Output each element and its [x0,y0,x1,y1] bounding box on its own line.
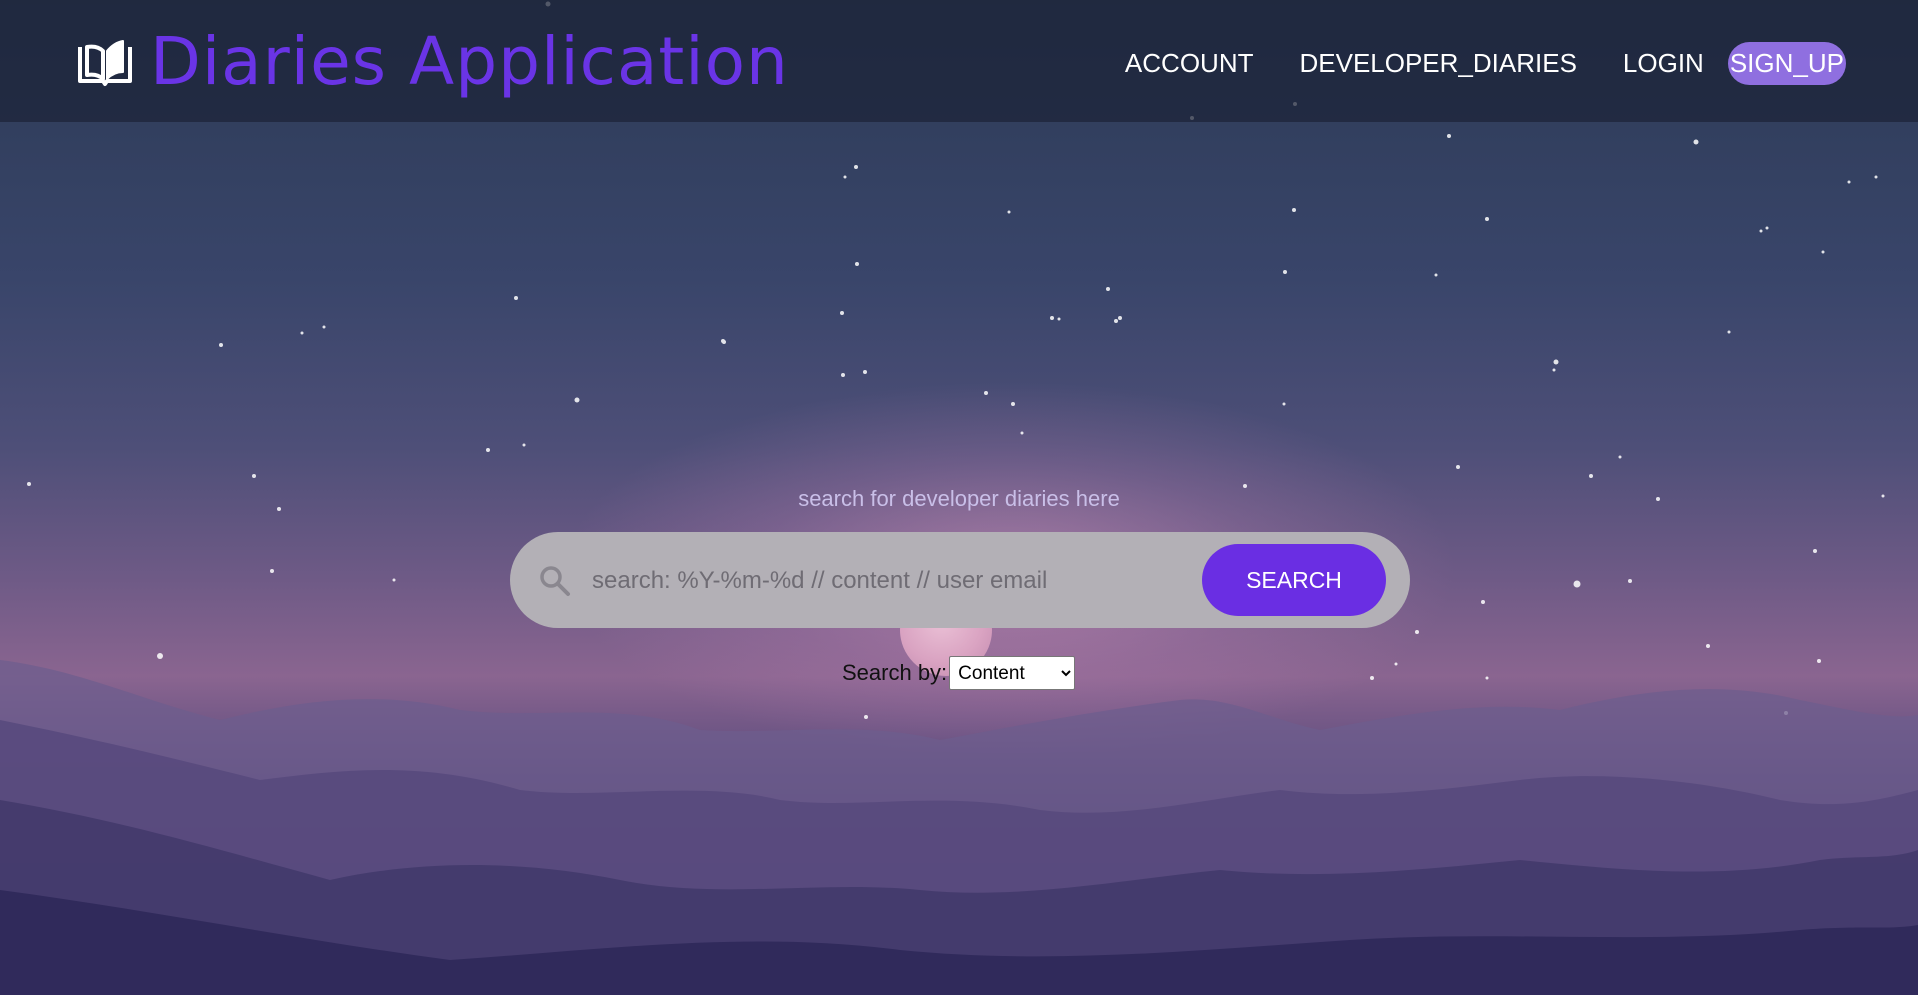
top-navbar: Diaries Application ACCOUNT DEVELOPER_DI… [0,0,1918,122]
open-book-icon [78,40,132,86]
search-hint: search for developer diaries here [798,486,1120,511]
search-by-select[interactable]: Content [949,656,1076,690]
nav-account-link[interactable]: ACCOUNT [1125,48,1254,79]
search-by-label: Search by: [842,660,948,685]
search-button[interactable]: SEARCH [1202,544,1386,616]
brand[interactable]: Diaries Application [76,22,789,102]
nav-login-link[interactable]: LOGIN [1623,48,1704,79]
nav-menu: ACCOUNT DEVELOPER_DIARIES LOGIN SIGN_UP [1079,42,1846,85]
magnifier-icon [540,566,570,596]
app-title: Diaries Application [150,23,789,100]
nav-developer-diaries-link[interactable]: DEVELOPER_DIARIES [1299,48,1576,79]
search-by-row: Search by: Content [842,656,1076,690]
search-input[interactable] [590,554,1174,608]
page-background: Diaries Application ACCOUNT DEVELOPER_DI… [0,0,1918,995]
search-bar: SEARCH [510,532,1410,628]
nav-signup-button[interactable]: SIGN_UP [1727,42,1846,85]
